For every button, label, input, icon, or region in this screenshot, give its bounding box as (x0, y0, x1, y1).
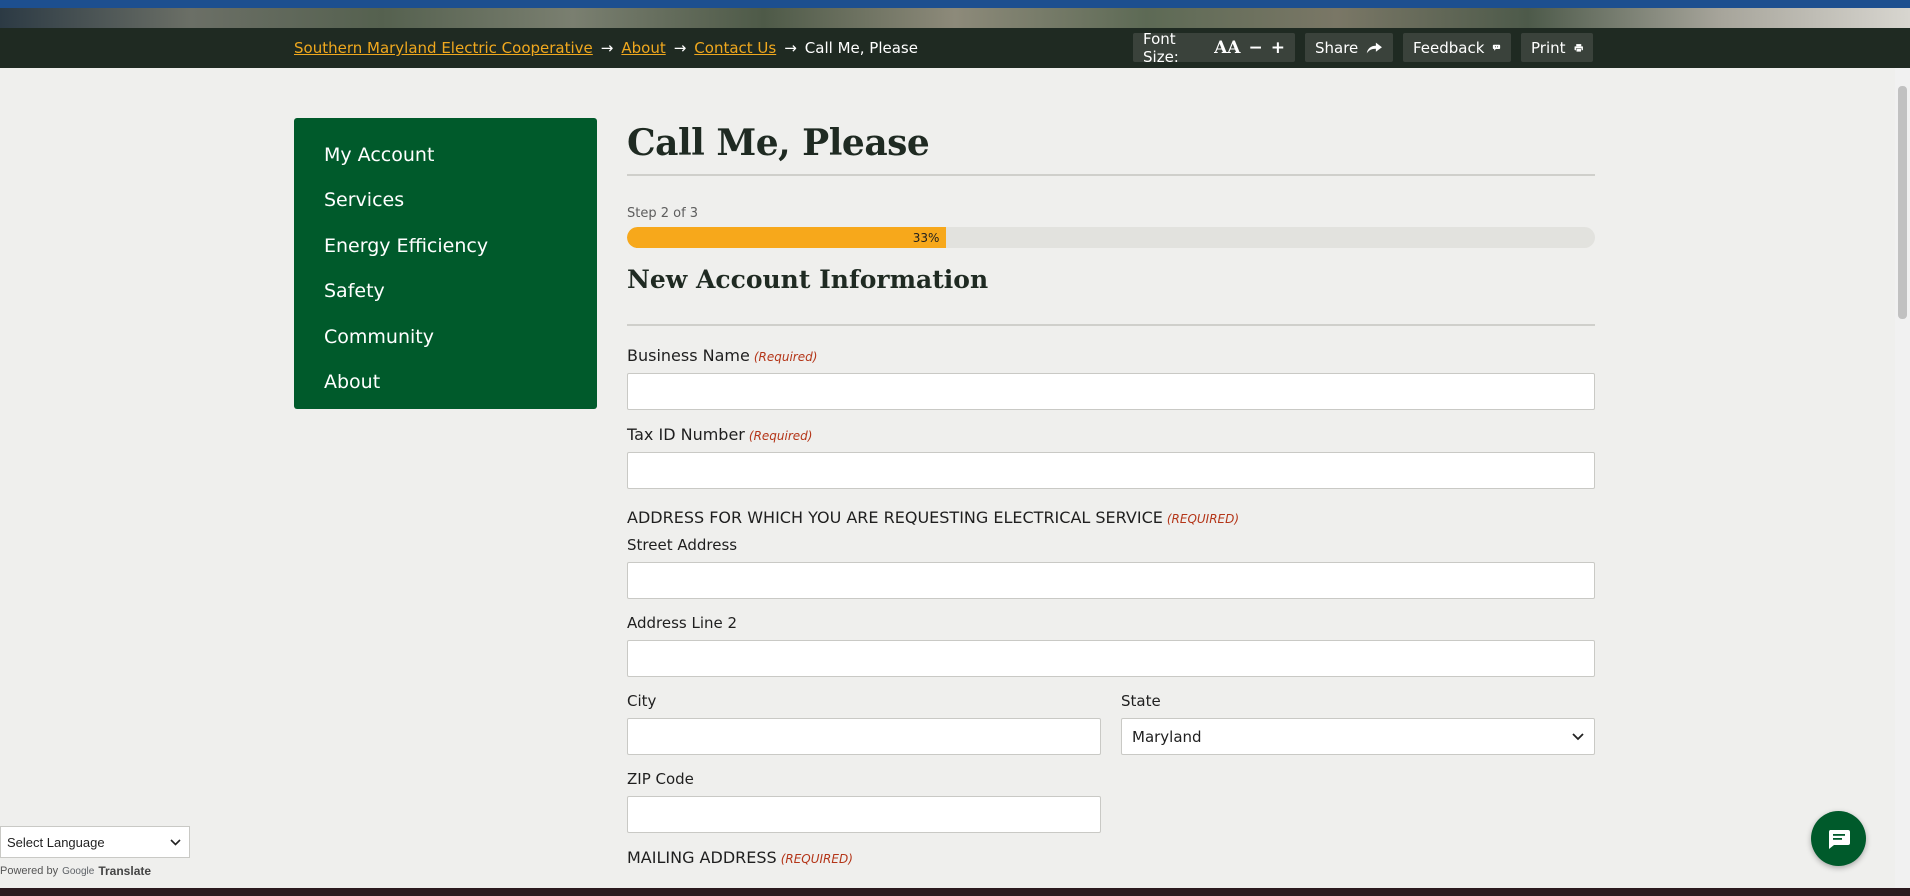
business-name-group: Business Name (Required) (627, 346, 1595, 410)
city-state-row: City State Maryland (627, 692, 1595, 755)
tax-id-label-row: Tax ID Number (Required) (627, 425, 1595, 452)
state-select[interactable]: Maryland (1121, 718, 1595, 755)
chevron-down-icon (170, 838, 181, 846)
city-label: City (627, 692, 657, 710)
font-size-control: Font Size: AA − + (1133, 30, 1295, 66)
street-label: Street Address (627, 536, 738, 554)
tax-id-label: Tax ID Number (627, 425, 745, 444)
font-size-label: Font Size: (1143, 29, 1179, 66)
required-marker: (Required) (748, 429, 813, 443)
required-marker: (REQUIRED) (1166, 512, 1240, 526)
translate-link[interactable]: Translate (98, 864, 151, 878)
progress-bar: 33% (627, 227, 1595, 248)
top-nav-strip (0, 0, 1910, 8)
zip-label: ZIP Code (627, 770, 694, 788)
breadcrumb: Southern Maryland Electric Cooperative →… (294, 28, 918, 68)
address2-group: Address Line 2 (627, 614, 1595, 677)
required-marker: (REQUIRED) (780, 852, 853, 866)
print-label: Print (1531, 38, 1566, 57)
breadcrumb-bar: Southern Maryland Electric Cooperative →… (0, 28, 1910, 68)
address2-label: Address Line 2 (627, 614, 738, 632)
breadcrumb-link-contact[interactable]: Contact Us (694, 39, 776, 57)
section-divider (627, 324, 1595, 326)
scrollbar-thumb[interactable] (1898, 86, 1907, 319)
sidebar-item-services[interactable]: Services (294, 178, 597, 224)
sidebar-item-community[interactable]: Community (294, 314, 597, 360)
print-button[interactable]: Print (1521, 33, 1593, 62)
sidebar-item-my-account[interactable]: My Account (294, 132, 597, 178)
service-address-heading: ADDRESS FOR WHICH YOU ARE REQUESTING ELE… (627, 508, 1595, 534)
mailing-address-label: MAILING ADDRESS (627, 848, 777, 867)
powered-by-text: Powered by (0, 865, 59, 877)
breadcrumb-arrow-icon: → (673, 39, 687, 57)
feedback-button[interactable]: Feedback (1403, 33, 1511, 62)
required-marker: (Required) (753, 350, 818, 364)
street-address-input[interactable] (627, 562, 1595, 599)
sidebar-item-safety[interactable]: Safety (294, 269, 597, 315)
progress-percent: 33% (912, 230, 940, 245)
language-select[interactable]: Select Language (0, 826, 190, 858)
chevron-down-icon (1572, 732, 1584, 740)
city-input[interactable] (627, 718, 1101, 755)
feedback-label: Feedback (1413, 38, 1485, 57)
city-group: City (627, 692, 1101, 755)
share-arrow-icon (1367, 42, 1383, 53)
tax-id-input[interactable] (627, 452, 1595, 489)
breadcrumb-current: Call Me, Please (804, 39, 918, 57)
chat-icon (1828, 829, 1850, 849)
state-selected-value: Maryland (1132, 727, 1202, 746)
breadcrumb-link-home[interactable]: Southern Maryland Electric Cooperative (294, 39, 593, 57)
decrease-font-button[interactable]: − (1249, 38, 1263, 58)
google-translate-credit: Powered by Google Translate (0, 864, 151, 878)
section-title: New Account Information (627, 265, 989, 294)
form-main: Call Me, Please Step 2 of 3 33% New Acco… (627, 118, 1595, 867)
sidebar-item-about[interactable]: About (294, 360, 597, 406)
step-indicator: Step 2 of 3 (627, 206, 699, 221)
language-select-label: Select Language (7, 834, 105, 850)
title-divider (627, 174, 1595, 176)
mailing-address-heading: MAILING ADDRESS (REQUIRED) (627, 848, 1595, 867)
share-button[interactable]: Share (1305, 33, 1393, 62)
font-size-icon: AA (1214, 37, 1241, 58)
printer-icon (1574, 43, 1583, 52)
state-group: State Maryland (1121, 692, 1595, 755)
address-line2-input[interactable] (627, 640, 1595, 677)
sidebar-item-energy-efficiency[interactable]: Energy Efficiency (294, 223, 597, 269)
page-title: Call Me, Please (627, 122, 930, 164)
bottom-edge-bar (0, 888, 1910, 896)
increase-font-button[interactable]: + (1271, 38, 1285, 58)
google-logo: Google (62, 865, 95, 877)
zip-group: ZIP Code (627, 770, 1595, 833)
state-label: State (1121, 692, 1161, 710)
chat-button[interactable] (1811, 811, 1866, 866)
breadcrumb-link-about[interactable]: About (621, 39, 665, 57)
breadcrumb-arrow-icon: → (600, 39, 614, 57)
breadcrumb-arrow-icon: → (784, 39, 797, 57)
tax-id-group: Tax ID Number (Required) (627, 425, 1595, 489)
business-name-label-row: Business Name (Required) (627, 346, 1595, 373)
progress-fill: 33% (627, 227, 947, 248)
service-address-label: ADDRESS FOR WHICH YOU ARE REQUESTING ELE… (627, 508, 1163, 527)
business-name-input[interactable] (627, 373, 1595, 410)
business-name-label: Business Name (627, 346, 750, 365)
zip-input[interactable] (627, 796, 1101, 833)
feedback-icon (1493, 44, 1501, 51)
share-label: Share (1315, 38, 1359, 57)
street-group: Street Address (627, 536, 1595, 599)
sidebar-nav: My Account Services Energy Efficiency Sa… (294, 118, 597, 409)
hero-banner-strip (0, 0, 1910, 28)
